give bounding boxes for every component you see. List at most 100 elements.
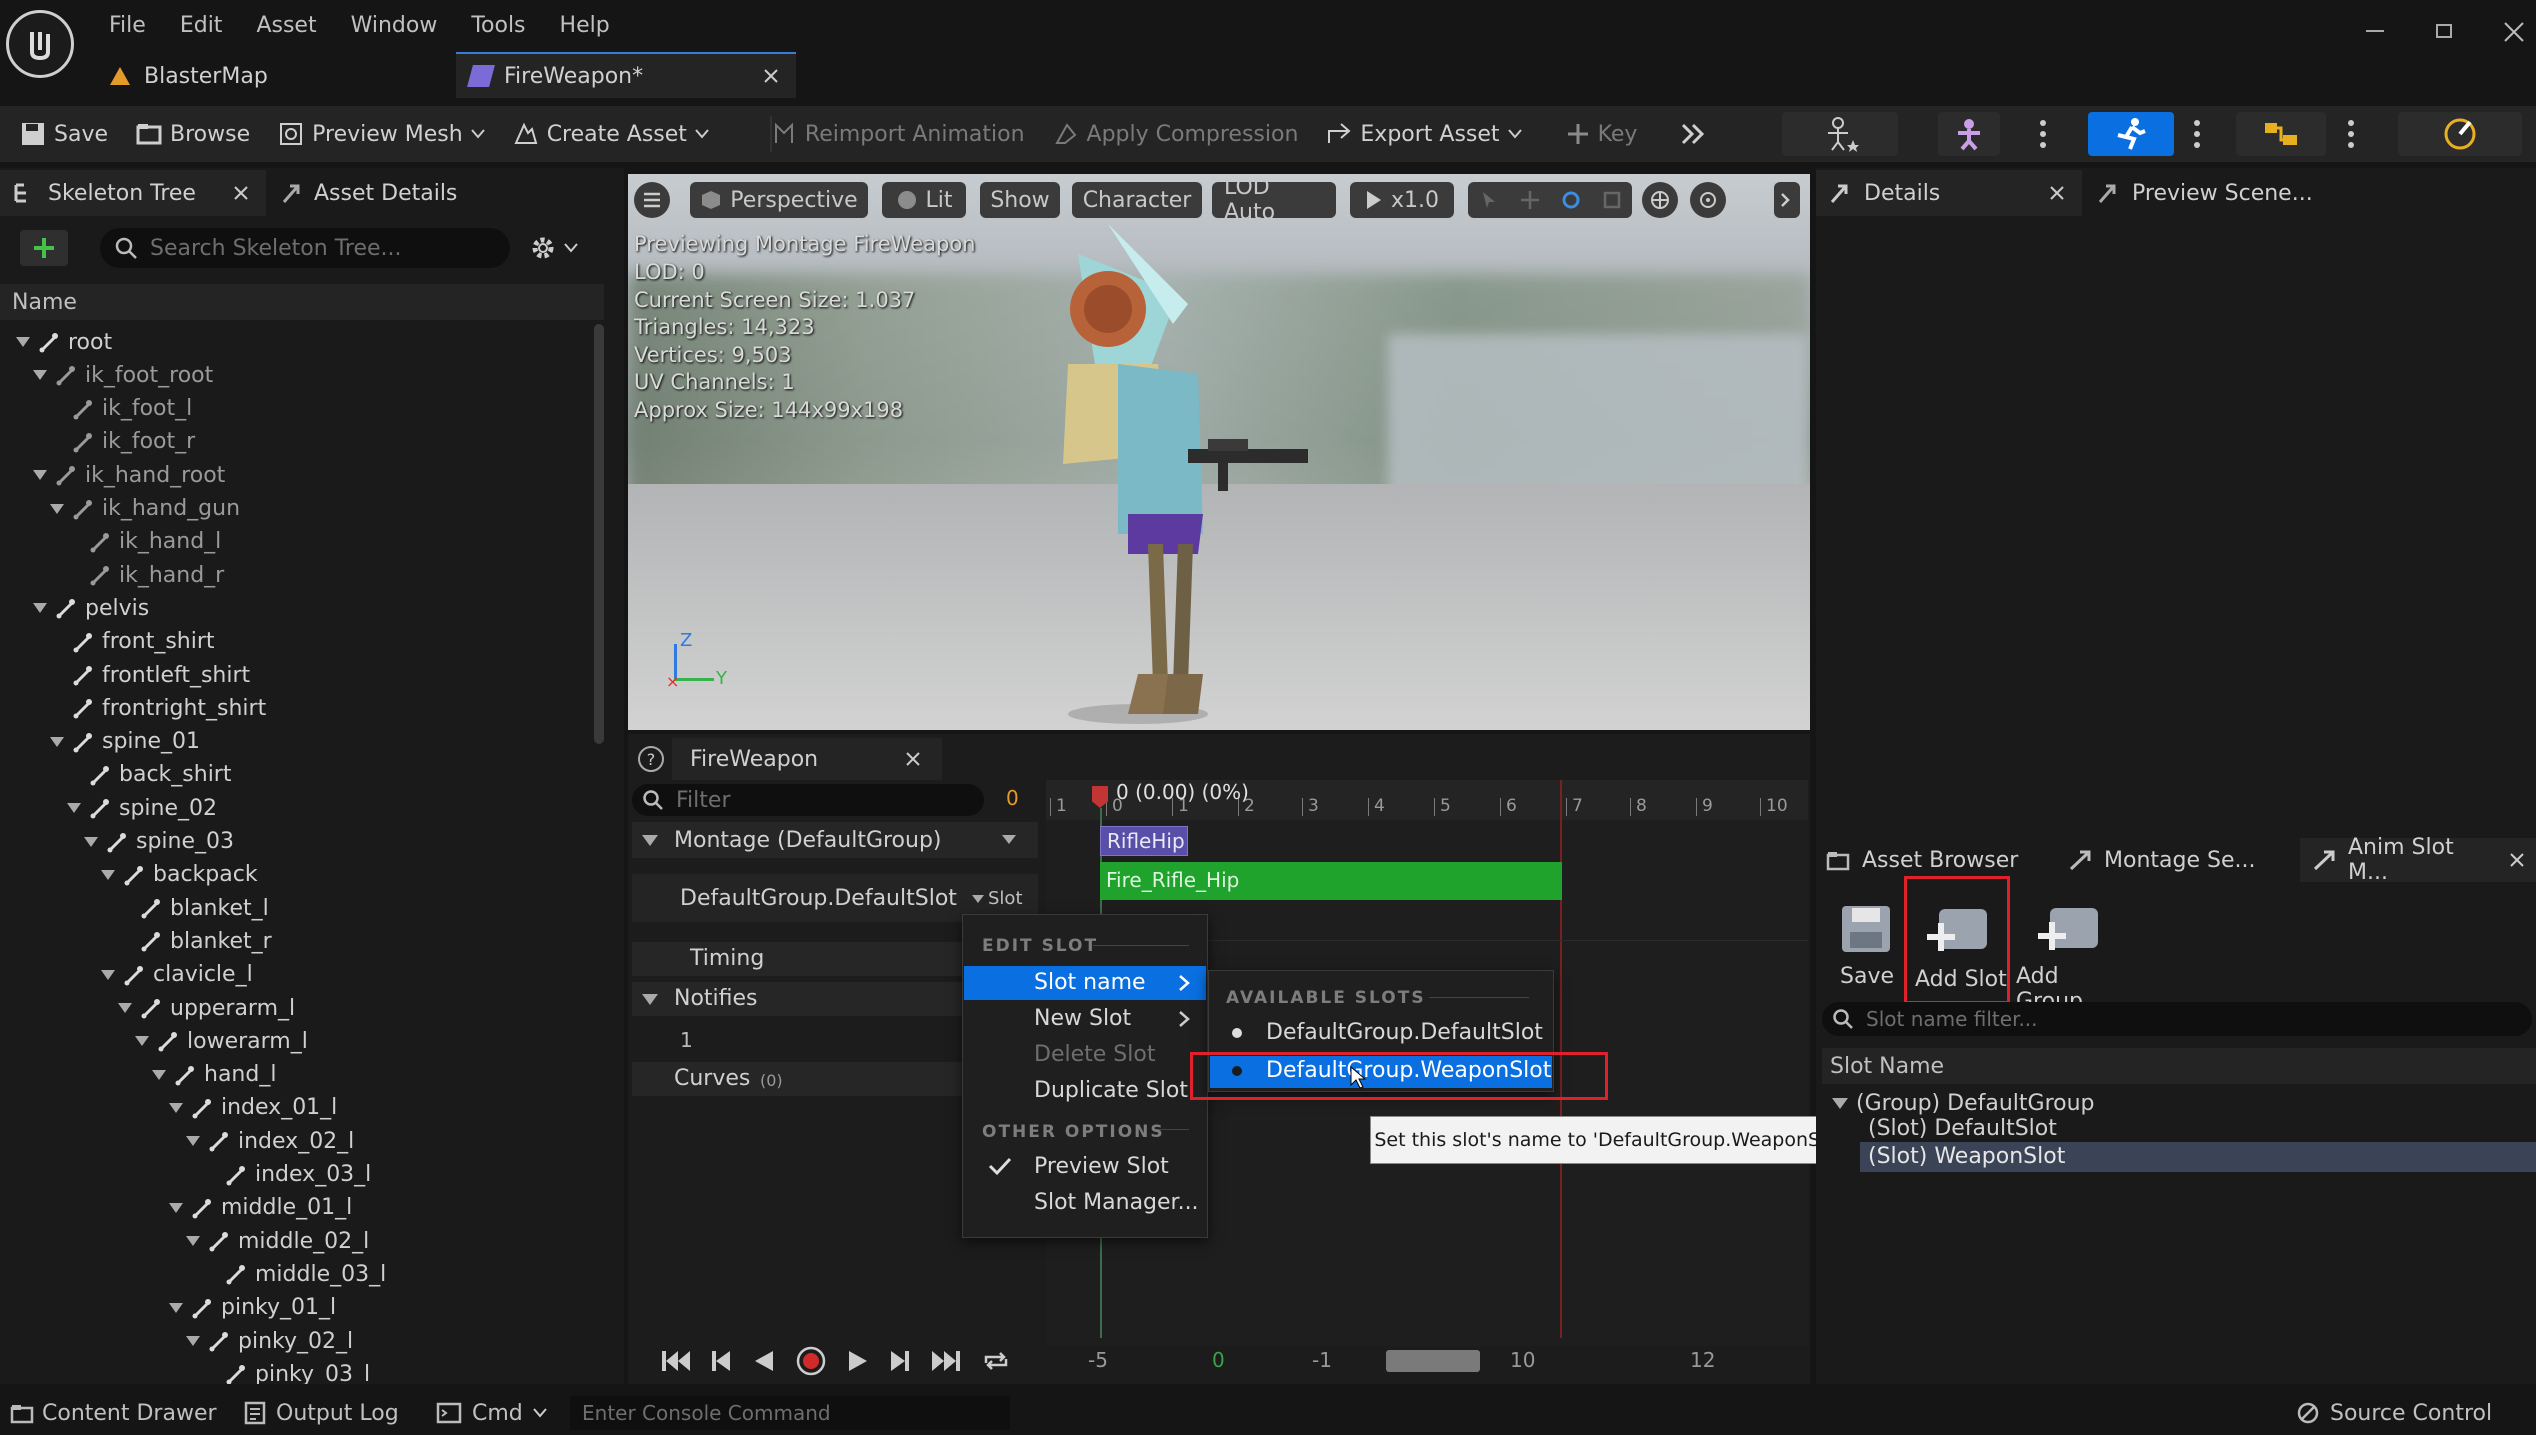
bone-row[interactable]: ik_foot_r	[50, 426, 195, 458]
preview-mesh-button[interactable]: Preview Mesh	[264, 106, 499, 162]
menu-edit[interactable]: Edit	[163, 13, 240, 38]
expand-arrow-icon[interactable]	[67, 803, 81, 814]
tab-skeleton-tree[interactable]: Skeleton Tree	[0, 170, 266, 216]
show-button[interactable]: Show	[980, 182, 1060, 218]
bone-row[interactable]: ik_hand_gun	[50, 493, 240, 525]
bone-row[interactable]: ik_hand_r	[67, 559, 224, 591]
console-input[interactable]: Enter Console Command	[570, 1396, 1010, 1430]
expand-arrow-icon[interactable]	[169, 1302, 183, 1313]
animation-mode-options-icon[interactable]	[2190, 116, 2204, 152]
menu-item-new-slot[interactable]: New Slot	[1034, 1006, 1131, 1031]
menu-window[interactable]: Window	[334, 13, 455, 38]
expand-arrow-icon[interactable]	[101, 969, 115, 980]
close-tab-icon[interactable]	[906, 752, 920, 766]
bone-row[interactable]: backpack	[101, 859, 258, 891]
slot-dropdown-button[interactable]: Slot	[972, 888, 1023, 909]
help-icon[interactable]: ?	[638, 746, 664, 772]
bone-row[interactable]: spine_01	[50, 726, 200, 758]
submenu-item-default-slot[interactable]: DefaultGroup.DefaultSlot	[1266, 1020, 1543, 1045]
bone-row[interactable]: lowerarm_l	[135, 1025, 308, 1057]
expand-arrow-icon[interactable]	[169, 1102, 183, 1113]
playback-speed-button[interactable]: x1.0	[1350, 182, 1454, 218]
perspective-button[interactable]: Perspective	[690, 182, 868, 218]
bone-row[interactable]: back_shirt	[67, 759, 231, 791]
bone-row[interactable]: pinky_01_l	[169, 1292, 336, 1324]
bone-row[interactable]: middle_03_l	[203, 1258, 386, 1290]
character-button[interactable]: Character	[1072, 182, 1202, 218]
section-rifle-hip[interactable]: RifleHip	[1100, 826, 1188, 856]
menu-file[interactable]: File	[92, 13, 163, 38]
bone-row[interactable]: middle_02_l	[186, 1225, 369, 1257]
montage-filter[interactable]: Filter	[632, 784, 984, 816]
bone-row[interactable]: upperarm_l	[118, 992, 295, 1024]
bone-row[interactable]: pinky_03_l	[203, 1358, 370, 1384]
tab-montage-sections[interactable]: Montage Se...	[2068, 838, 2255, 882]
browse-button[interactable]: Browse	[122, 106, 264, 162]
timeline-scrollbar[interactable]	[1386, 1350, 1480, 1372]
skeleton-search[interactable]: Search Skeleton Tree...	[100, 228, 510, 268]
add-slot-button[interactable]: Add Slot	[1904, 876, 2010, 1004]
expand-arrow-icon[interactable]	[50, 736, 64, 747]
bone-row[interactable]: index_03_l	[203, 1159, 371, 1191]
slot-item-default[interactable]: (Slot) DefaultSlot	[1868, 1116, 2057, 1141]
output-log-button[interactable]: Output Log	[244, 1396, 399, 1430]
close-tab-icon[interactable]	[2050, 186, 2064, 200]
step-back-icon[interactable]	[710, 1349, 732, 1373]
doc-tab-blastermap[interactable]: BlasterMap	[110, 56, 268, 96]
close-window-icon[interactable]	[2502, 20, 2526, 44]
doc-tab-fireweapon[interactable]: FireWeapon*	[456, 52, 796, 98]
tab-fireweapon[interactable]: FireWeapon	[672, 738, 942, 780]
blueprint-mode-button[interactable]	[2236, 112, 2326, 156]
expand-arrow-icon[interactable]	[33, 603, 47, 614]
menu-help[interactable]: Help	[543, 13, 627, 38]
expand-arrow-icon[interactable]	[33, 370, 47, 381]
bone-row[interactable]: middle_01_l	[169, 1192, 352, 1224]
bone-row[interactable]: ik_hand_root	[33, 459, 225, 491]
source-control-button[interactable]: Source Control	[2296, 1396, 2492, 1430]
content-drawer-button[interactable]: Content Drawer	[10, 1396, 217, 1430]
rotate-tool-icon[interactable]	[1561, 190, 1581, 210]
expand-arrow-icon[interactable]	[186, 1236, 200, 1247]
tree-settings-button[interactable]	[530, 230, 578, 266]
bone-row[interactable]: spine_03	[84, 826, 234, 858]
mesh-mode-options-icon[interactable]	[2036, 116, 2050, 152]
expand-arrow-icon[interactable]	[84, 836, 98, 847]
bone-row[interactable]: ik_foot_root	[33, 359, 213, 391]
add-group-button[interactable]: Add Group	[2014, 900, 2132, 1014]
menu-item-slot-manager[interactable]: Slot Manager...	[1034, 1190, 1199, 1215]
play-forward-icon[interactable]	[847, 1349, 869, 1373]
snap-settings-button[interactable]	[1690, 182, 1726, 218]
move-tool-icon[interactable]	[1520, 190, 1540, 210]
tab-anim-slot-manager[interactable]: Anim Slot M...	[2300, 835, 2536, 885]
camera-speed-button[interactable]	[1642, 182, 1678, 218]
bone-row[interactable]: clavicle_l	[101, 959, 253, 991]
tab-details[interactable]: Details	[1816, 170, 2082, 216]
anim-segment-fire-rifle-hip[interactable]: Fire_Rifle_Hip	[1100, 862, 1562, 900]
scale-tool-icon[interactable]	[1602, 190, 1622, 210]
bone-row[interactable]: blanket_r	[118, 925, 272, 957]
bone-row[interactable]: index_02_l	[186, 1125, 354, 1157]
bone-row[interactable]: pinky_02_l	[186, 1325, 353, 1357]
slot-group-row[interactable]: (Group) DefaultGroup	[1832, 1088, 2095, 1118]
key-button[interactable]: Key	[1552, 106, 1652, 162]
menu-item-preview-slot[interactable]: Preview Slot	[1034, 1154, 1169, 1179]
expand-arrow-icon[interactable]	[135, 1036, 149, 1047]
slot-name-filter[interactable]: Slot name filter...	[1822, 1002, 2532, 1036]
expand-arrow-icon[interactable]	[101, 869, 115, 880]
bone-row[interactable]: frontleft_shirt	[50, 659, 250, 691]
bone-row[interactable]: front_shirt	[50, 626, 215, 658]
expand-arrow-icon[interactable]	[33, 470, 47, 481]
restore-icon[interactable]	[2436, 24, 2452, 38]
unreal-logo-icon[interactable]	[6, 10, 74, 78]
lod-button[interactable]: LOD Auto	[1212, 175, 1336, 225]
expand-arrow-icon[interactable]	[16, 337, 30, 347]
cmd-dropdown[interactable]: Cmd	[436, 1396, 547, 1430]
bone-row[interactable]: frontright_shirt	[50, 692, 266, 724]
expand-arrow-icon[interactable]	[186, 1336, 200, 1346]
physics-mode-button[interactable]	[2398, 112, 2522, 156]
step-forward-icon[interactable]	[889, 1349, 911, 1373]
bone-row[interactable]: spine_02	[67, 792, 217, 824]
bone-row[interactable]: root	[16, 326, 112, 358]
reimport-animation-button[interactable]: Reimport Animation	[757, 106, 1039, 162]
montage-group-row[interactable]: Montage (DefaultGroup)	[632, 822, 1038, 858]
